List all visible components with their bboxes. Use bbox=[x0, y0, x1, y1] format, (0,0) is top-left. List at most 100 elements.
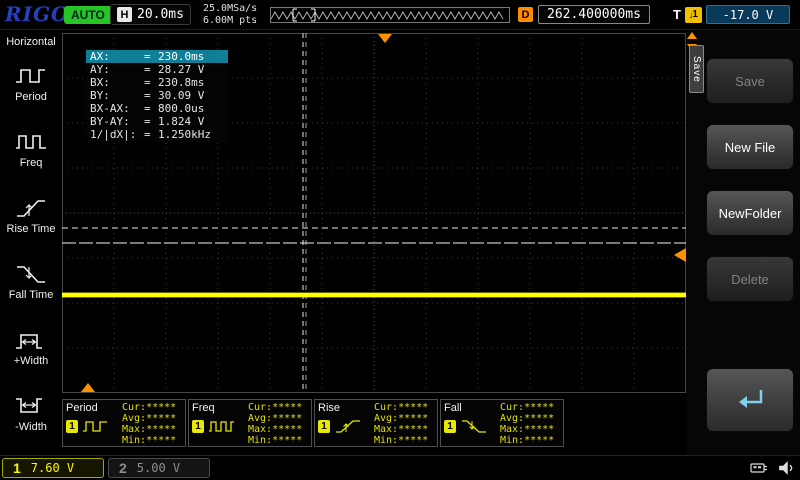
cursor-row-inv-dx: 1/|dX|:=1.250kHz bbox=[86, 128, 228, 141]
channel-1-status[interactable]: 1 7.60 V bbox=[2, 458, 104, 478]
trigger-source-badge[interactable]: ↓1 bbox=[685, 7, 702, 23]
horizontal-timebase-group: H 20.0ms bbox=[110, 4, 191, 25]
rise-edge-icon bbox=[333, 417, 363, 435]
trigger-position-marker-icon[interactable] bbox=[378, 34, 392, 43]
meas-cur: Cur:***** bbox=[500, 402, 560, 413]
period-icon bbox=[13, 63, 49, 89]
delay-value: 262.400000ms bbox=[547, 7, 641, 22]
channel-badge: 1 bbox=[318, 420, 330, 433]
new-file-button[interactable]: New File bbox=[706, 124, 794, 170]
channel-scale: 7.60 V bbox=[31, 461, 74, 475]
channel-2-status[interactable]: 2 5.00 V bbox=[108, 458, 210, 478]
sidebar-item-minus-width[interactable]: -Width bbox=[0, 380, 62, 446]
cursor-row-by-ay: BY-AY:=1.824 V bbox=[86, 115, 228, 128]
return-arrow-icon bbox=[730, 387, 770, 413]
usb-icon bbox=[750, 460, 768, 476]
timebase-value: 20.0ms bbox=[137, 7, 184, 22]
meas-avg: Avg:***** bbox=[122, 413, 182, 424]
t-label: T bbox=[673, 7, 681, 22]
meas-min: Min:***** bbox=[122, 435, 182, 446]
measurement-rise: Rise 1 Cur:***** Avg:***** Max:***** Min… bbox=[314, 399, 438, 447]
freq-icon bbox=[13, 129, 49, 155]
freq-wave-icon bbox=[207, 417, 237, 435]
cursor-row-bx-ax: BX-AX:=800.0us bbox=[86, 102, 228, 115]
channel-badge: 1 bbox=[192, 420, 204, 433]
d-badge: D bbox=[518, 7, 533, 22]
sidebar-item-label: Rise Time bbox=[7, 223, 56, 235]
memory-depth: 6.00M pts bbox=[203, 15, 257, 27]
measurement-strip: Period 1 Cur:***** Avg:***** Max:***** M… bbox=[62, 399, 564, 447]
period-wave-icon bbox=[81, 417, 111, 435]
channel-number: 2 bbox=[119, 460, 127, 476]
meas-avg: Avg:***** bbox=[248, 413, 308, 424]
cursor-row-bx: BX:=230.8ms bbox=[86, 76, 228, 89]
sidebar-item-label: +Width bbox=[14, 355, 49, 367]
sidebar-item-label: -Width bbox=[15, 421, 47, 433]
top-status-bar: RIGOL AUTO H 20.0ms 25.0MSa/s 6.00M pts … bbox=[0, 0, 800, 30]
sidebar-item-rise-time[interactable]: Rise Time bbox=[0, 182, 62, 248]
minus-width-icon bbox=[13, 393, 49, 419]
ch1-trace bbox=[62, 293, 686, 297]
menu-title-tab: Save bbox=[689, 45, 704, 93]
meas-max: Max:***** bbox=[248, 424, 308, 435]
delete-button[interactable]: Delete bbox=[706, 256, 794, 302]
meas-max: Max:***** bbox=[122, 424, 182, 435]
meas-min: Min:***** bbox=[500, 435, 560, 446]
new-folder-button[interactable]: NewFolder bbox=[706, 190, 794, 236]
plus-width-icon bbox=[13, 327, 49, 353]
run-status-badge[interactable]: AUTO bbox=[64, 6, 112, 24]
meas-min: Min:***** bbox=[248, 435, 308, 446]
measurement-name: Rise bbox=[318, 402, 374, 414]
h-badge: H bbox=[117, 7, 132, 22]
meas-cur: Cur:***** bbox=[374, 402, 434, 413]
fall-time-icon bbox=[13, 261, 49, 287]
sidebar-item-freq[interactable]: Freq bbox=[0, 116, 62, 182]
window-brackets-icon bbox=[293, 9, 315, 21]
trigger-group: T ↓1 -17.0 V bbox=[673, 4, 790, 25]
measurement-name: Freq bbox=[192, 402, 248, 414]
channel-scale: 5.00 V bbox=[137, 461, 180, 475]
meas-avg: Avg:***** bbox=[500, 413, 560, 424]
measurement-freq: Freq 1 Cur:***** Avg:***** Max:***** Min… bbox=[188, 399, 312, 447]
back-button[interactable] bbox=[706, 368, 794, 432]
acquisition-info: 25.0MSa/s 6.00M pts bbox=[203, 3, 257, 27]
sidebar-item-fall-time[interactable]: Fall Time bbox=[0, 248, 62, 314]
measurement-period: Period 1 Cur:***** Avg:***** Max:***** M… bbox=[62, 399, 186, 447]
trigger-level-marker-icon[interactable] bbox=[674, 248, 686, 262]
sidebar-item-label: Fall Time bbox=[9, 289, 54, 301]
oscilloscope-screen: RIGOL AUTO H 20.0ms 25.0MSa/s 6.00M pts … bbox=[0, 0, 800, 480]
cursor-readout-panel: AX:=230.0ms AY:=28.27 V BX:=230.8ms BY:=… bbox=[86, 49, 228, 142]
measurement-fall: Fall 1 Cur:***** Avg:***** Max:***** Min… bbox=[440, 399, 564, 447]
trigger-source-number: 1 bbox=[692, 9, 698, 20]
cursor-row-ax: AX:=230.0ms bbox=[86, 50, 228, 63]
horizontal-measure-sidebar: Horizontal Period Freq Rise Time bbox=[0, 30, 62, 455]
waveform-position-strip[interactable] bbox=[270, 7, 510, 23]
horizontal-reference-marker-icon bbox=[81, 383, 95, 392]
rise-time-icon bbox=[13, 195, 49, 221]
meas-cur: Cur:***** bbox=[248, 402, 308, 413]
channel-status-bar: 1 7.60 V 2 5.00 V bbox=[0, 455, 800, 480]
meas-min: Min:***** bbox=[374, 435, 434, 446]
meas-cur: Cur:***** bbox=[122, 402, 182, 413]
speaker-icon[interactable] bbox=[778, 460, 794, 476]
meas-max: Max:***** bbox=[500, 424, 560, 435]
delay-group: D 262.400000ms bbox=[518, 4, 650, 25]
memory-waveform-icon bbox=[271, 8, 509, 22]
cursor-row-by: BY:=30.09 V bbox=[86, 89, 228, 102]
channel-badge: 1 bbox=[444, 420, 456, 433]
sidebar-item-label: Freq bbox=[20, 157, 43, 169]
sample-rate: 25.0MSa/s bbox=[203, 3, 257, 15]
sidebar-item-label: Period bbox=[15, 91, 47, 103]
fall-edge-icon bbox=[459, 417, 489, 435]
soft-menu-panel: Save Save New File NewFolder Delete bbox=[686, 30, 800, 455]
measurement-name: Fall bbox=[444, 402, 500, 414]
cursor-row-ay: AY:=28.27 V bbox=[86, 63, 228, 76]
meas-avg: Avg:***** bbox=[374, 413, 434, 424]
waveform-display-area: AX:=230.0ms AY:=28.27 V BX:=230.8ms BY:=… bbox=[62, 33, 686, 393]
save-button[interactable]: Save bbox=[706, 58, 794, 104]
channel-badge: 1 bbox=[66, 420, 78, 433]
sidebar-item-period[interactable]: Period bbox=[0, 50, 62, 116]
sidebar-item-plus-width[interactable]: +Width bbox=[0, 314, 62, 380]
channel-number: 1 bbox=[13, 460, 21, 476]
measurement-name: Period bbox=[66, 402, 122, 414]
